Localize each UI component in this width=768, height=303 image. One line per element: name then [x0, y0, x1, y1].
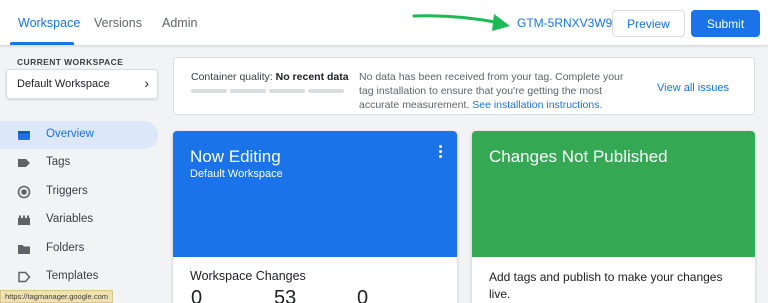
- stat-deleted: 0: [357, 287, 369, 303]
- tag-icon: [18, 159, 30, 167]
- sidebar-item-tags[interactable]: Tags: [0, 149, 158, 177]
- folder-icon: [18, 245, 30, 254]
- container-quality-title: Container quality: No recent data: [191, 71, 349, 83]
- tab-workspace[interactable]: Workspace: [18, 16, 80, 30]
- submit-button[interactable]: Submit: [691, 10, 760, 37]
- active-tab-indicator: [10, 42, 74, 45]
- quality-meter-segment: [191, 89, 227, 93]
- sidebar-item-templates[interactable]: Templates: [0, 263, 158, 291]
- changes-title: Changes Not Published: [489, 147, 668, 166]
- sidebar-item-variables[interactable]: Variables: [0, 206, 158, 234]
- sidebar-item-overview[interactable]: Overview: [0, 121, 158, 149]
- top-bar: Workspace Versions Admin GTM-5RNXV3W9 Pr…: [0, 0, 768, 46]
- sidebar-item-folders[interactable]: Folders: [0, 235, 158, 263]
- status-url: https://tagmanager.google.com: [0, 290, 113, 303]
- green-arrow-annotation: [412, 14, 510, 31]
- sidebar-item-label: Variables: [46, 213, 94, 225]
- trigger-icon: [17, 185, 31, 199]
- changes-not-published-card: Changes Not Published Add tags and publi…: [472, 131, 755, 303]
- installation-instructions-link[interactable]: See installation instructions.: [472, 99, 602, 111]
- now-editing-header: Now Editing Default Workspace: [173, 131, 457, 257]
- sidebar-item-triggers[interactable]: Triggers: [0, 178, 158, 206]
- sidebar-item-label: Folders: [46, 242, 85, 254]
- workspace-name: Default Workspace: [17, 78, 110, 90]
- quality-message: No data has been received from your tag.…: [359, 70, 629, 112]
- more-vert-icon[interactable]: [439, 145, 443, 160]
- sidebar-item-label: Overview: [46, 128, 94, 140]
- now-editing-card: Now Editing Default Workspace Workspace …: [173, 131, 457, 303]
- now-editing-workspace: Default Workspace: [190, 168, 283, 180]
- preview-button[interactable]: Preview: [612, 10, 685, 37]
- stat-modified: 0: [191, 287, 203, 303]
- sidebar-item-label: Templates: [46, 270, 99, 282]
- changes-header: Changes Not Published: [472, 131, 755, 257]
- now-editing-title: Now Editing: [190, 147, 281, 166]
- variables-icon: [18, 215, 30, 225]
- stat-added: 53: [274, 287, 297, 303]
- workspace-selector[interactable]: Default Workspace ›: [6, 69, 158, 99]
- tab-versions[interactable]: Versions: [94, 16, 142, 30]
- container-quality-banner: Container quality: No recent data No dat…: [173, 57, 755, 115]
- quality-status: No recent data: [275, 71, 349, 83]
- view-all-issues-link[interactable]: View all issues: [657, 82, 729, 94]
- quality-meter-segment: [308, 89, 344, 93]
- changes-body: Add tags and publish to make your change…: [489, 270, 723, 301]
- quality-meter-segment: [230, 89, 266, 93]
- template-icon: [18, 271, 31, 283]
- chevron-right-icon: ›: [144, 75, 149, 91]
- current-workspace-label: CURRENT WORKSPACE: [17, 57, 124, 67]
- tab-admin[interactable]: Admin: [162, 16, 197, 30]
- quality-label: Container quality:: [191, 71, 273, 83]
- workspace-changes-title: Workspace Changes: [190, 269, 306, 283]
- container-id[interactable]: GTM-5RNXV3W9: [517, 16, 612, 30]
- overview-icon: [18, 131, 30, 140]
- quality-meter-segment: [269, 89, 305, 93]
- sidebar-item-label: Tags: [46, 156, 71, 168]
- sidebar-item-label: Triggers: [46, 185, 88, 197]
